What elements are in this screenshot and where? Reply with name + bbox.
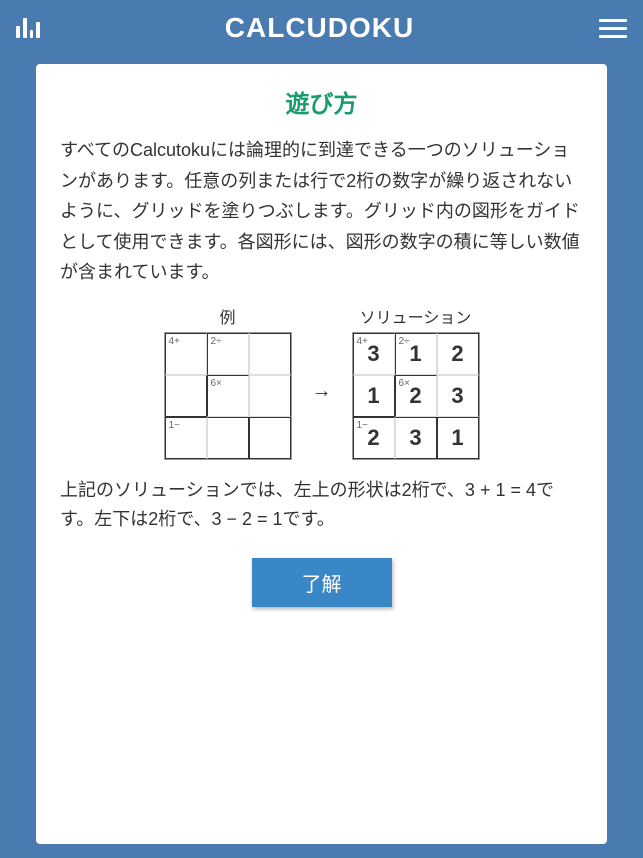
grid-cell xyxy=(207,417,249,459)
grid-cell: 2 xyxy=(437,333,479,375)
grid-cell: 3 xyxy=(395,417,437,459)
ok-button[interactable]: 了解 xyxy=(252,558,392,607)
grid-cell xyxy=(165,375,207,417)
grid-cell xyxy=(249,375,291,417)
grid-cell: 1− xyxy=(165,417,207,459)
explanation-text: 上記のソリューションでは、左上の形状は2桁で、3 + 1 = 4です。左下は2桁… xyxy=(60,476,583,534)
grid-cell: 4+ xyxy=(165,333,207,375)
example-label: 例 xyxy=(219,304,235,328)
stats-icon[interactable] xyxy=(16,18,40,38)
app-header: CALCUDOKU xyxy=(0,0,643,56)
solution-grid: 4+3 2÷1 2 1 6×2 3 1−2 3 1 xyxy=(352,332,480,460)
instructions-body: すべてのCalcutokuには論理的に到達できる一つのソリューションがあります。… xyxy=(60,135,583,288)
grid-cell: 6× xyxy=(207,375,249,417)
menu-icon[interactable] xyxy=(599,19,627,38)
grid-cell: 2÷1 xyxy=(395,333,437,375)
grid-cell xyxy=(249,417,291,459)
example-section: 例 4+ 2÷ 6× 1− → ソリューション 4+3 2÷1 2 1 6×2 xyxy=(60,304,583,460)
grid-cell: 2÷ xyxy=(207,333,249,375)
arrow-icon: → xyxy=(312,380,332,403)
grid-cell: 1 xyxy=(353,375,395,417)
grid-cell xyxy=(249,333,291,375)
example-column: 例 4+ 2÷ 6× 1− xyxy=(164,304,292,460)
grid-cell: 4+3 xyxy=(353,333,395,375)
solution-column: ソリューション 4+3 2÷1 2 1 6×2 3 1−2 3 1 xyxy=(352,304,480,460)
instructions-card: 遊び方 すべてのCalcutokuには論理的に到達できる一つのソリューションがあ… xyxy=(36,64,607,844)
grid-cell: 6×2 xyxy=(395,375,437,417)
grid-cell: 1 xyxy=(437,417,479,459)
app-title: CALCUDOKU xyxy=(40,12,599,44)
solution-label: ソリューション xyxy=(360,304,472,328)
example-grid: 4+ 2÷ 6× 1− xyxy=(164,332,292,460)
instructions-title: 遊び方 xyxy=(60,84,583,119)
grid-cell: 3 xyxy=(437,375,479,417)
grid-cell: 1−2 xyxy=(353,417,395,459)
